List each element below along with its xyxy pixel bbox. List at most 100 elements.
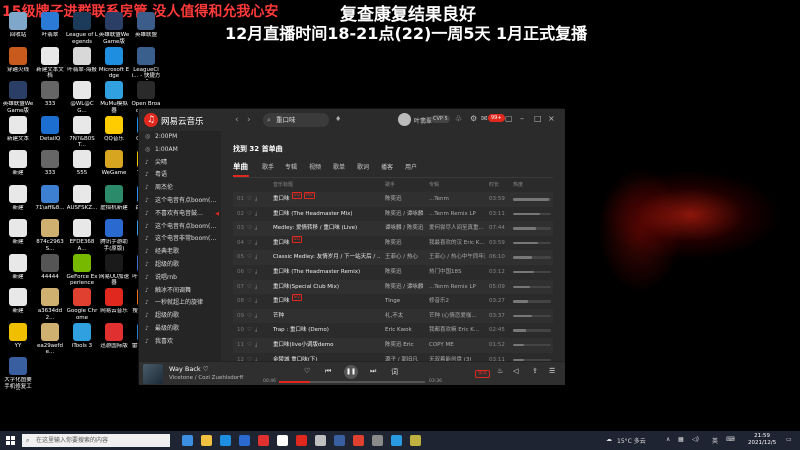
heart-icon[interactable]: ♡ xyxy=(247,236,252,251)
desktop-icon[interactable]: 英雄联盟WeGame版 xyxy=(98,12,130,45)
desktop-icon[interactable]: 新建 xyxy=(2,219,34,252)
song-album[interactable]: 王菲心 / 热心中午同年演... xyxy=(429,250,485,265)
taskbar-clock[interactable]: 21:59 2021/12/5 xyxy=(748,433,776,447)
download-icon[interactable]: ⤓ xyxy=(255,353,257,361)
tab-videos[interactable]: 视频 xyxy=(309,162,321,171)
tab-playlists[interactable]: 歌单 xyxy=(333,162,345,171)
desktop-icon[interactable]: Microsoft Edge xyxy=(98,46,130,80)
heart-icon[interactable]: ♡ xyxy=(247,353,252,361)
table-row[interactable]: 05 ♡ ⤓ Classic Medley: 友情岁月 / 下一站天后 / ... 王菲… xyxy=(233,250,553,265)
windows-start-icon[interactable] xyxy=(6,436,15,445)
weather-text[interactable]: 15°C 多云 xyxy=(617,436,646,445)
table-row[interactable]: 06 ♡ ⤓ 重口味 (The Headmaster Remix) 陈奕迅 热门中国18S… xyxy=(233,265,553,280)
table-row[interactable]: 10 ♡ ⤓ Trap : 重口味 (Demo) Eric Kwok 我都喜欢嘛 Eric… xyxy=(233,323,553,338)
table-row[interactable]: 01 ♡ ⤓ 重口味SQ MV 陈奕迅 ...Tenm 03:59 xyxy=(233,192,553,207)
pause-button[interactable]: ❚❚ xyxy=(344,365,358,379)
heart-icon[interactable]: ♡ xyxy=(247,192,252,207)
tab-users[interactable]: 用户 xyxy=(405,162,417,171)
song-artist[interactable]: 王菲心 / 热心 xyxy=(385,250,425,265)
desktop-icon[interactable]: 迅游国际版 xyxy=(98,322,130,356)
song-artist[interactable]: Tinge xyxy=(385,294,425,309)
col-album[interactable]: 专辑 xyxy=(429,181,439,188)
quality-badge[interactable]: 极高 xyxy=(475,370,490,378)
back-arrow-icon[interactable]: ‹ xyxy=(235,115,239,125)
download-icon[interactable]: ⤓ xyxy=(255,323,257,338)
song-album[interactable]: 芒种 (心情恋爱咖... xyxy=(429,309,485,324)
song-title[interactable]: 重口味 (The Headmaster Mix) xyxy=(273,207,381,222)
download-icon[interactable]: ⤓ xyxy=(255,192,257,207)
download-icon[interactable]: ⤓ xyxy=(255,207,257,222)
sidebar-item[interactable]: ♪ 不喜欢有电音鼓… ◀ xyxy=(139,208,221,221)
download-icon[interactable]: ⤓ xyxy=(255,221,257,236)
song-title[interactable]: 重口味 (The Headmaster Remix) xyxy=(273,265,381,280)
search-input[interactable]: ⌕ 重口味 xyxy=(263,113,329,127)
tab-podcasts[interactable]: 播客 xyxy=(381,162,393,171)
sidebar-item[interactable]: ◎ 2:00PM xyxy=(139,131,221,144)
playlist-icon[interactable]: ☰ xyxy=(549,367,555,375)
desktop-icon[interactable]: 英雄联盟 xyxy=(130,12,162,45)
desktop-icon[interactable]: AUSFSKZ... xyxy=(66,184,98,218)
taskbar-app-icon[interactable] xyxy=(239,435,250,446)
heart-icon[interactable]: ♡ xyxy=(247,265,252,280)
song-artist[interactable]: 礼,不太 xyxy=(385,309,425,324)
taskbar-app-icon[interactable] xyxy=(220,435,231,446)
desktop-icon[interactable]: 7N?&B0ST... xyxy=(66,115,98,149)
song-album[interactable]: ...Tenm Remix LP xyxy=(429,280,485,295)
sidebar-item[interactable]: ♪ 尖晴 xyxy=(139,157,221,170)
song-album[interactable]: 我最喜欢的汉 Eric K... xyxy=(429,236,485,251)
song-album[interactable]: 修音乐2 xyxy=(429,294,485,309)
heart-icon[interactable]: ♡ xyxy=(247,309,252,324)
volume-icon[interactable]: ◁ xyxy=(513,367,518,375)
lyrics-icon[interactable]: 词 xyxy=(391,367,398,377)
song-album[interactable]: COPY ME xyxy=(429,338,485,353)
desktop-icon[interactable]: 回收站 xyxy=(2,12,34,45)
desktop-icon[interactable]: 333 xyxy=(34,81,66,114)
desktop-icon[interactable]: 新建 xyxy=(2,184,34,218)
table-row[interactable]: 11 ♡ ⤓ 重口味(live小调版demo 陈奕迅 Eric COPY ME 01:52 xyxy=(233,337,553,353)
table-row[interactable]: 12 ♡ ⤓ 金陵城 重口味(下) 源子 / 郭旧凡 无双着能创盘 (3) 03:11 xyxy=(233,353,553,361)
sidebar-item[interactable]: ♪ 超级的歌 xyxy=(139,310,221,323)
desktop-icon[interactable]: 网易UU加速器 xyxy=(98,253,130,287)
taskbar-app-icon[interactable] xyxy=(296,435,307,446)
table-row[interactable]: 09 ♡ ⤓ 芒种 礼,不太 芒种 (心情恋爱咖... 03:37 xyxy=(233,308,553,324)
sidebar-item[interactable]: ♪ 一秒就超上的旋律 xyxy=(139,297,221,310)
table-row[interactable]: 08 ♡ ⤓ 重口味SQ Tinge 修音乐2 03:27 xyxy=(233,294,553,309)
maximize-icon[interactable]: □ xyxy=(534,114,542,123)
effects-icon[interactable]: ♨ xyxy=(497,367,503,375)
sidebar-item[interactable]: ♪ 说唱rnb xyxy=(139,272,221,285)
song-album[interactable]: 爱何尝尽人间至真重... xyxy=(429,221,485,236)
desktop-icon[interactable]: GeForce Experience xyxy=(66,253,98,287)
tab-artists[interactable]: 歌手 xyxy=(262,162,274,171)
heart-icon[interactable]: ♡ xyxy=(247,338,252,353)
speaker-icon[interactable]: ◁) xyxy=(692,436,699,443)
desktop-icon[interactable]: 网易云音乐 xyxy=(98,288,130,321)
sidebar-item[interactable]: ♪ 超级的歌 xyxy=(139,259,221,272)
desktop-icon[interactable]: Google Chrome xyxy=(66,288,98,321)
col-title[interactable]: 音乐标题 xyxy=(273,181,293,188)
taskbar-app-icon[interactable] xyxy=(353,435,364,446)
gear-icon[interactable]: ⚙ xyxy=(470,114,477,123)
tshirt-icon[interactable]: ♧ xyxy=(455,114,462,123)
sidebar-item[interactable]: ♪ 粤语 xyxy=(139,169,221,182)
now-playing-artist[interactable]: Vicetone / Cozi Zuehlsdorff xyxy=(169,375,243,381)
desktop-icon[interactable]: @WL@CG... xyxy=(66,81,98,114)
song-title[interactable]: 芒种 xyxy=(273,309,381,324)
close-icon[interactable]: × xyxy=(548,114,555,123)
heart-icon[interactable]: ♡ xyxy=(247,250,252,265)
next-icon[interactable]: ⏭ xyxy=(370,367,376,376)
sidebar-item[interactable]: ♪ 经典老歌 xyxy=(139,246,221,259)
song-artist[interactable]: 陈奕迅 / 谭咏麟 xyxy=(385,280,425,295)
desktop-icon[interactable]: 874c2963S... xyxy=(34,219,66,252)
col-duration[interactable]: 时长 xyxy=(489,181,499,188)
desktop-icon[interactable]: 新建文本文档 xyxy=(34,46,66,80)
sidebar-item[interactable]: ♪ 周杰伦 xyxy=(139,182,221,195)
desktop-icon[interactable]: MuMu模拟器 xyxy=(98,81,130,114)
download-icon[interactable]: ⤓ xyxy=(255,250,257,265)
tab-albums[interactable]: 专辑 xyxy=(285,162,297,171)
user-name[interactable]: 叶翡翠 xyxy=(414,116,432,125)
taskbar-search-input[interactable]: ⌕ 在这里输入你要搜索的内容 xyxy=(22,434,170,447)
desktop-icon[interactable]: 英雄联盟WeGame版 xyxy=(2,81,34,114)
album-cover[interactable] xyxy=(143,364,163,384)
song-title[interactable]: 重口味(Special Club Mix) xyxy=(273,280,381,295)
desktop-icon[interactable]: a3634dd2... xyxy=(34,288,66,321)
